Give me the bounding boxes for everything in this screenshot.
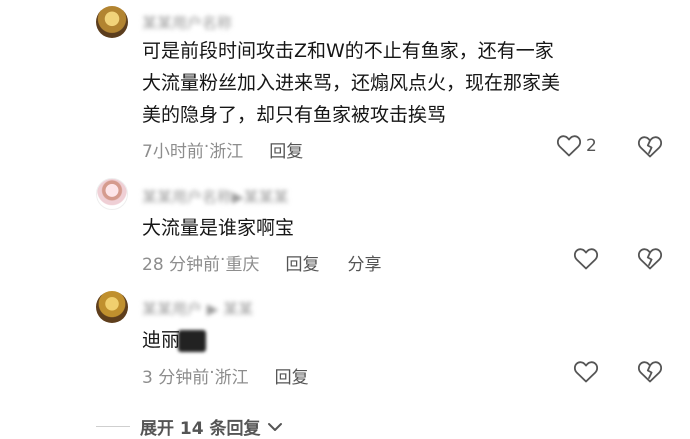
like-button[interactable]: 2: [556, 134, 597, 158]
chevron-down-icon: [267, 422, 282, 431]
dislike-button[interactable]: [637, 360, 663, 388]
dislike-button[interactable]: [637, 135, 663, 163]
comment-time: 3 分钟前: [142, 368, 210, 388]
comment-meta: 28 分钟前 · 重庆 回复 分享: [142, 250, 381, 275]
username[interactable]: 某某用户名称▶某某某: [142, 186, 289, 206]
divider: [96, 426, 130, 427]
comment-time: 28 分钟前: [142, 255, 221, 275]
broken-heart-outline-icon: [637, 248, 663, 270]
avatar[interactable]: [96, 178, 128, 210]
reply-button[interactable]: 回复: [285, 250, 319, 275]
reply-button[interactable]: 回复: [275, 363, 309, 388]
expand-replies-button[interactable]: 展开 14 条回复: [96, 414, 396, 439]
heart-outline-icon: [556, 135, 582, 157]
comment-time: 7小时前: [142, 142, 204, 162]
heart-outline-icon: [573, 361, 599, 383]
comment-body-line-2: 大流量粉丝加入进来骂，还煽风点火，现在那家美: [142, 72, 561, 94]
comment-body: 迪丽: [142, 329, 181, 351]
username[interactable]: 某某用户 ▶ 某某: [142, 298, 253, 318]
reply-button[interactable]: 回复: [269, 137, 303, 162]
comment-location: 重庆: [225, 255, 260, 275]
redaction-block: [178, 329, 207, 352]
heart-outline-icon: [573, 248, 599, 270]
comment-body-line-3: 美的隐身了，却只有鱼家被攻击挨骂: [142, 104, 447, 126]
comment-meta: 3 分钟前 · 浙江 回复: [142, 363, 309, 388]
avatar[interactable]: [96, 6, 128, 38]
comment-location: 浙江: [214, 368, 249, 388]
like-button[interactable]: [573, 360, 599, 384]
like-count: 2: [586, 136, 597, 156]
expand-replies-label: 展开 14 条回复: [140, 419, 261, 439]
comment-meta: 7小时前 · 浙江 回复: [142, 137, 303, 162]
broken-heart-outline-icon: [637, 136, 663, 158]
comment-body-wrap: 迪丽: [142, 325, 207, 355]
share-button[interactable]: 分享: [347, 250, 381, 275]
avatar[interactable]: [96, 291, 128, 323]
broken-heart-outline-icon: [637, 361, 663, 383]
like-button[interactable]: [573, 247, 599, 271]
username[interactable]: 某某用户名称: [142, 12, 232, 32]
comment-body: 大流量是谁家啊宝: [142, 217, 295, 239]
comment-location: 浙江: [209, 142, 244, 162]
comment-body-line-1: 可是前段时间攻击Z和W的不止有鱼家，还有一家: [142, 40, 554, 62]
dislike-button[interactable]: [637, 247, 663, 275]
